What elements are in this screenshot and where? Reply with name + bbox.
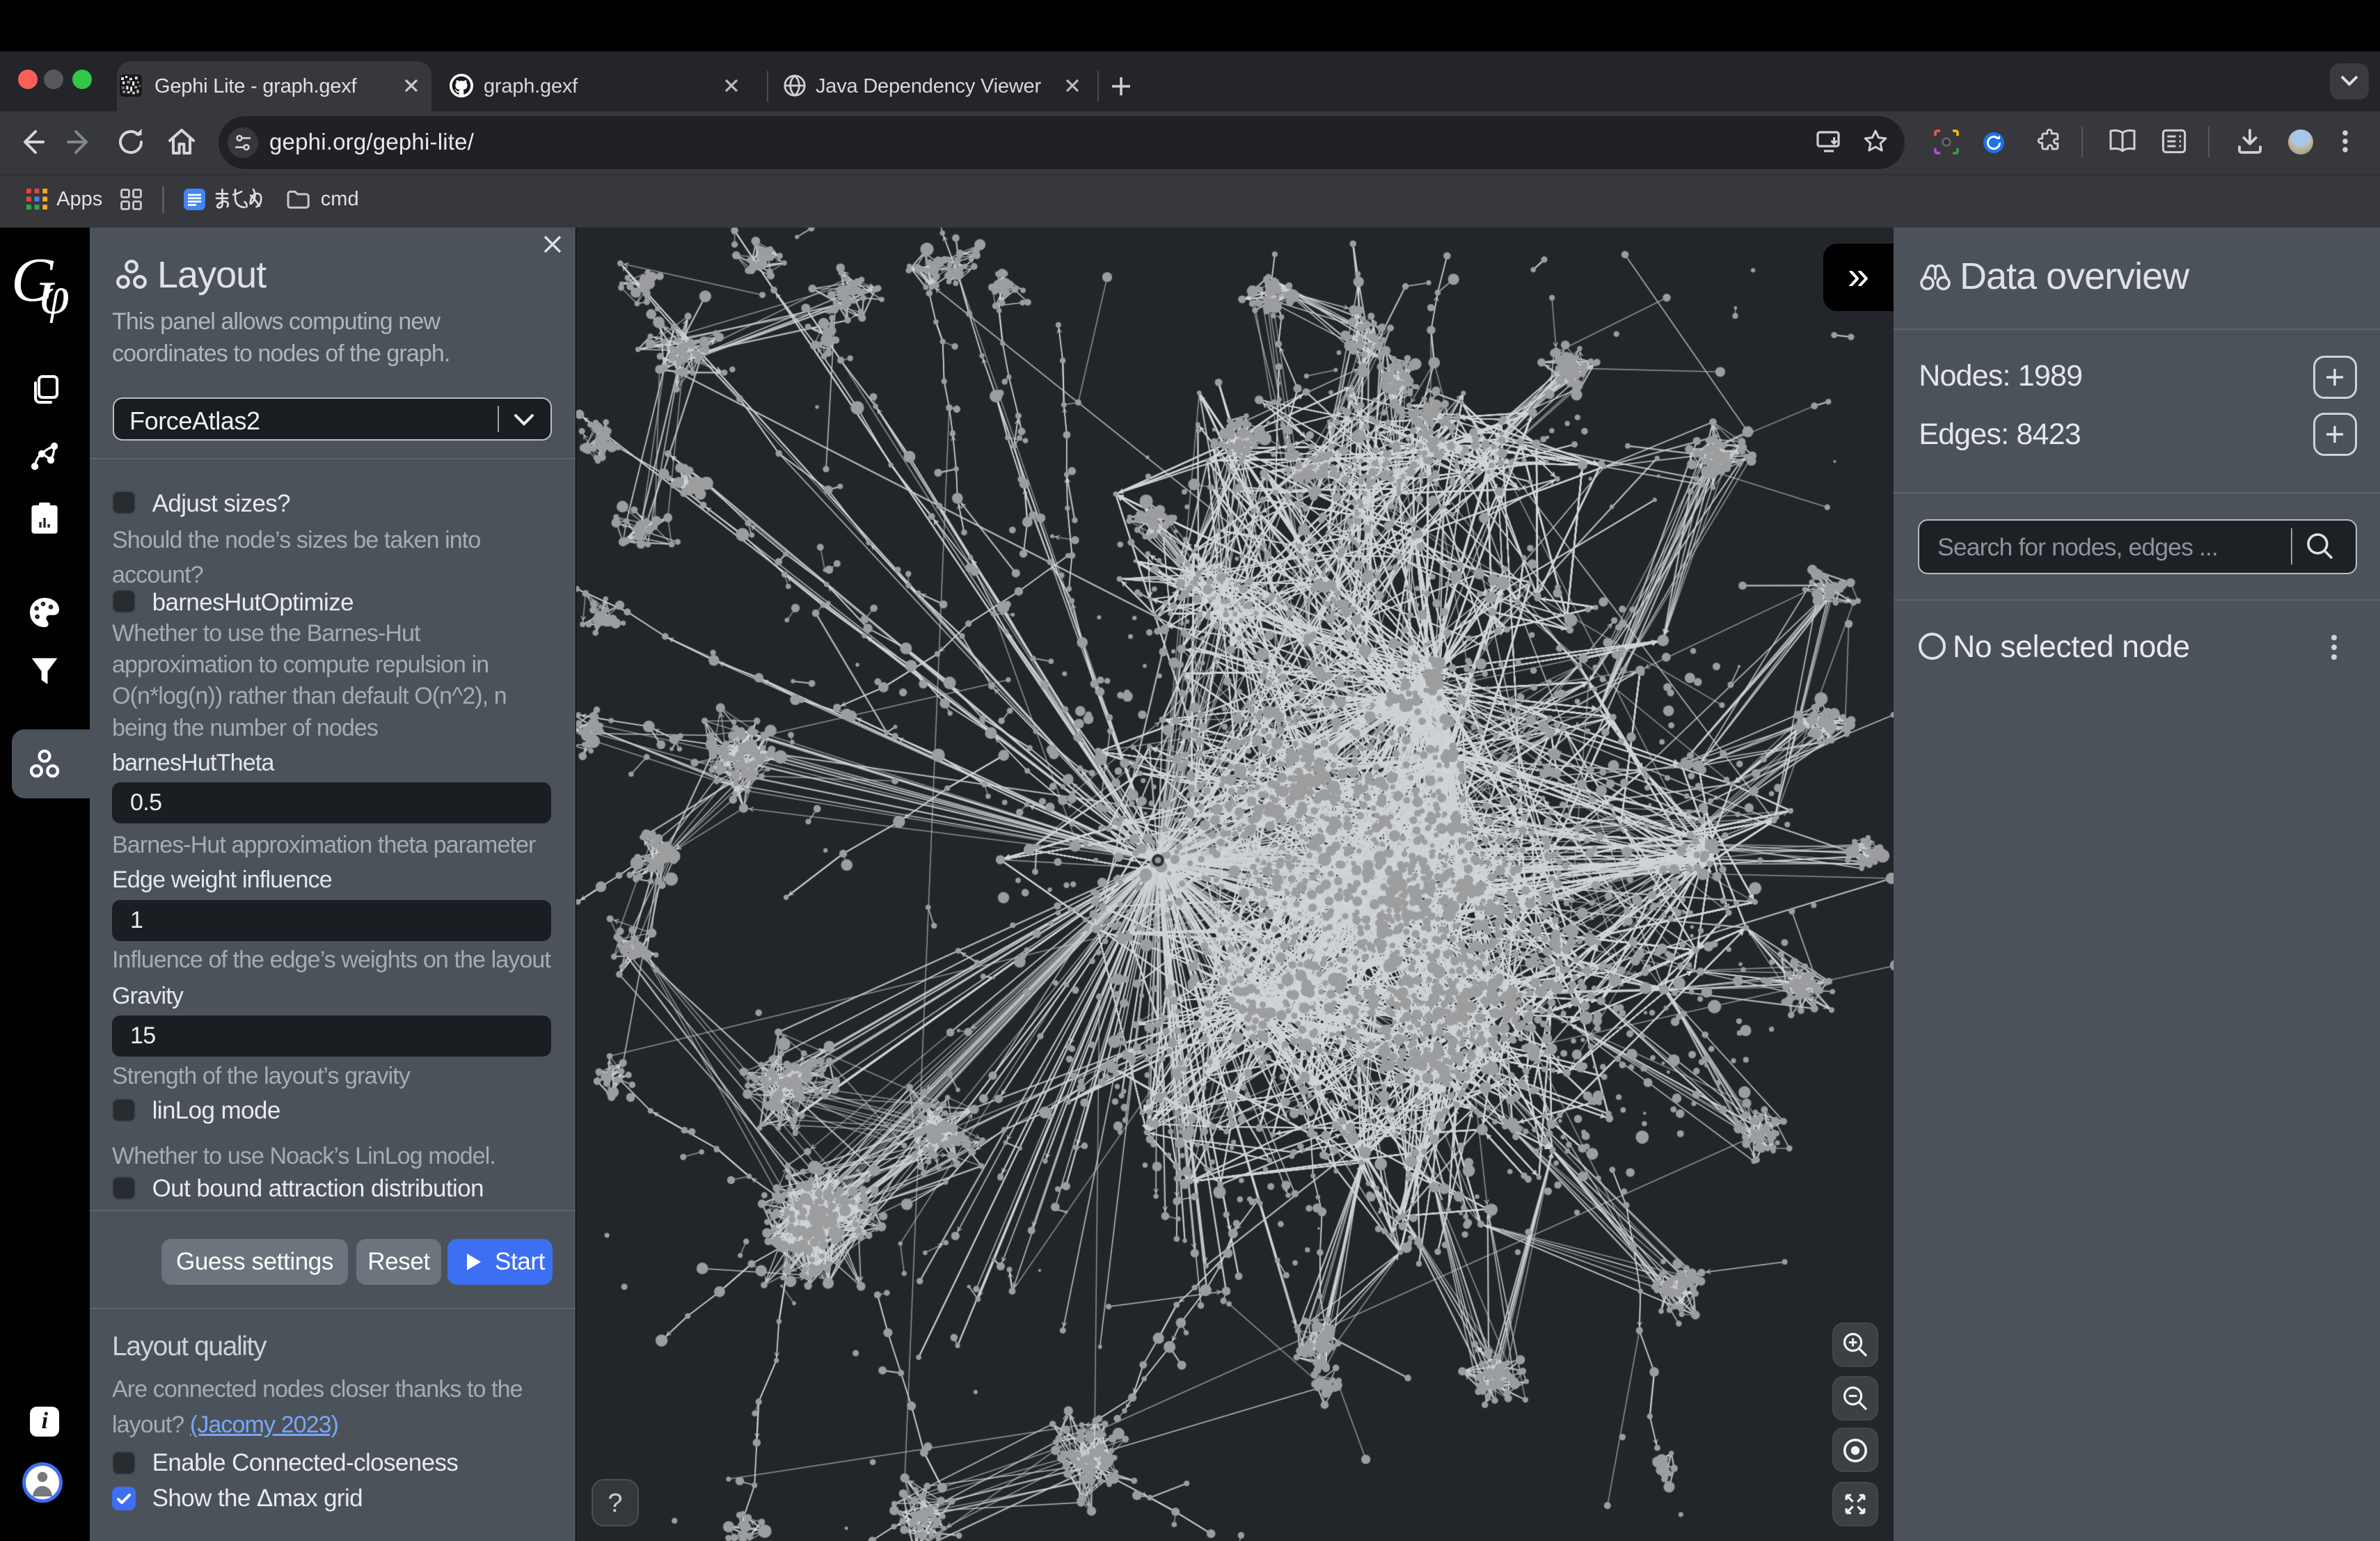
svg-text:φ: φ (40, 267, 70, 323)
